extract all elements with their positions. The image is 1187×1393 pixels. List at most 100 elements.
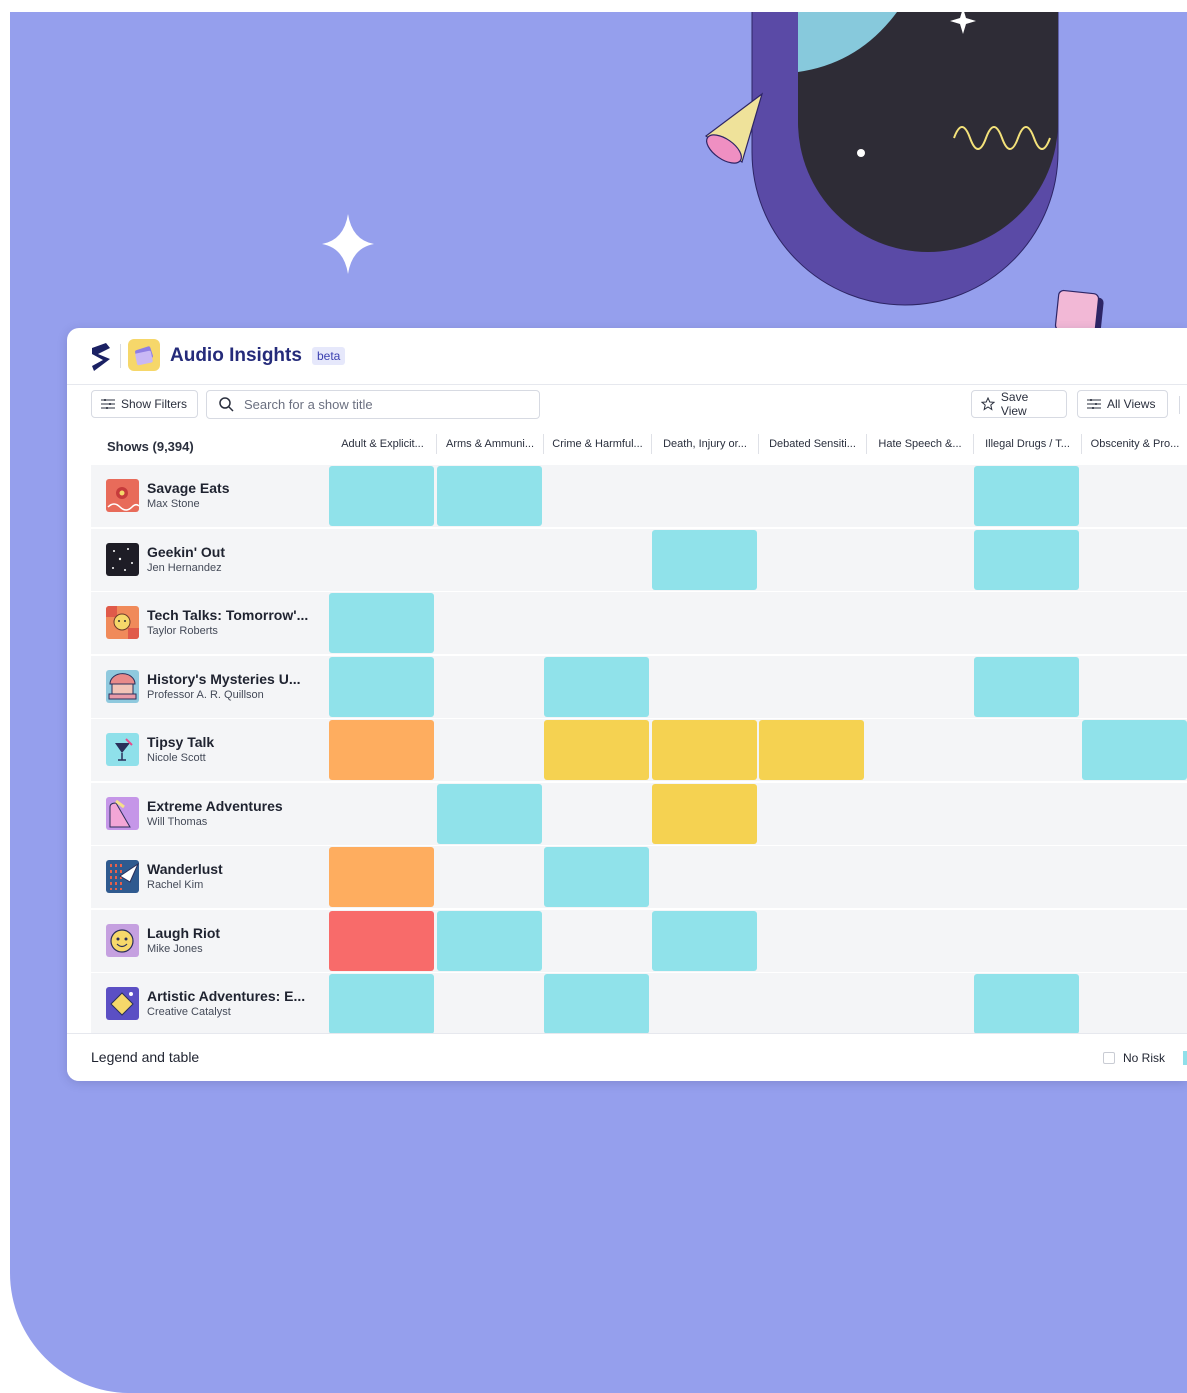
risk-cell-none[interactable]	[544, 466, 649, 526]
table-row[interactable]: Wanderlust Rachel Kim	[91, 846, 1187, 908]
risk-cell-low[interactable]	[329, 466, 434, 526]
risk-cell-low[interactable]	[544, 847, 649, 907]
show-title[interactable]: Geekin' Out	[147, 544, 225, 560]
risk-cell-none[interactable]	[867, 720, 972, 780]
risk-cell-none[interactable]	[759, 847, 864, 907]
risk-cell-none[interactable]	[759, 593, 864, 653]
table-row[interactable]: Artistic Adventures: E... Creative Cataly…	[91, 973, 1187, 1035]
table-row[interactable]: History's Mysteries U... Professor A. R. …	[91, 655, 1187, 718]
risk-cell-floor[interactable]	[329, 910, 434, 971]
column-header[interactable]: Illegal Drugs / T...	[974, 430, 1081, 458]
risk-cell-none[interactable]	[759, 911, 864, 971]
column-header[interactable]: Crime & Harmful...	[544, 430, 651, 458]
show-title[interactable]: Artistic Adventures: E...	[147, 988, 305, 1004]
risk-cell-none[interactable]	[652, 466, 757, 526]
risk-cell-medium[interactable]	[651, 783, 757, 844]
risk-cell-high[interactable]	[329, 720, 434, 780]
show-title[interactable]: Wanderlust	[147, 861, 223, 877]
risk-cell-none[interactable]	[974, 593, 1079, 653]
risk-cell-none[interactable]	[544, 593, 649, 653]
risk-cell-none[interactable]	[437, 530, 542, 590]
risk-cell-none[interactable]	[1082, 784, 1187, 844]
show-title[interactable]: Tipsy Talk	[147, 734, 214, 750]
risk-cell-none[interactable]	[544, 911, 649, 971]
risk-cell-low[interactable]	[436, 466, 542, 526]
risk-cell-none[interactable]	[329, 784, 434, 844]
table-row[interactable]: Savage Eats Max Stone	[91, 465, 1187, 527]
save-view-button[interactable]: Save View	[971, 390, 1067, 418]
risk-cell-none[interactable]	[974, 784, 1079, 844]
risk-cell-none[interactable]	[329, 530, 434, 590]
column-header[interactable]: Hate Speech &...	[867, 430, 974, 458]
risk-cell-none[interactable]	[974, 720, 1079, 780]
risk-cell-none[interactable]	[759, 784, 864, 844]
table-row[interactable]: Geekin' Out Jen Hernandez	[91, 528, 1187, 591]
risk-cell-none[interactable]	[544, 784, 649, 844]
risk-cell-none[interactable]	[1082, 593, 1187, 653]
risk-cell-none[interactable]	[1082, 974, 1187, 1034]
show-title[interactable]: Laugh Riot	[147, 925, 220, 941]
risk-cell-high[interactable]	[329, 847, 434, 907]
risk-cell-low[interactable]	[974, 974, 1079, 1034]
show-filters-button[interactable]: Show Filters	[91, 390, 198, 418]
risk-cell-none[interactable]	[974, 911, 1079, 971]
risk-cell-low[interactable]	[329, 974, 434, 1034]
table-row[interactable]: Tech Talks: Tomorrow'... Taylor Roberts	[91, 592, 1187, 654]
risk-cell-medium[interactable]	[651, 720, 757, 780]
risk-cell-none[interactable]	[867, 974, 972, 1034]
risk-cell-low[interactable]	[544, 656, 649, 717]
table-row[interactable]: Laugh Riot Mike Jones	[91, 909, 1187, 972]
risk-cell-medium[interactable]	[544, 720, 649, 780]
show-title[interactable]: Tech Talks: Tomorrow'...	[147, 607, 308, 623]
column-header[interactable]: Death, Injury or...	[652, 430, 759, 458]
show-title[interactable]: Savage Eats	[147, 480, 230, 496]
risk-cell-low[interactable]	[436, 910, 542, 971]
risk-cell-low[interactable]	[329, 593, 434, 653]
show-title[interactable]: History's Mysteries U...	[147, 671, 301, 687]
column-header[interactable]: Adult & Explicit...	[329, 430, 436, 458]
search-box[interactable]	[206, 390, 540, 419]
risk-cell-none[interactable]	[867, 847, 972, 907]
risk-cell-none[interactable]	[652, 847, 757, 907]
risk-cell-none[interactable]	[1082, 657, 1187, 717]
risk-cell-none[interactable]	[1082, 847, 1187, 907]
show-title[interactable]: Extreme Adventures	[147, 798, 283, 814]
risk-cell-none[interactable]	[867, 657, 972, 717]
risk-cell-none[interactable]	[867, 466, 972, 526]
risk-cell-none[interactable]	[652, 593, 757, 653]
risk-cell-none[interactable]	[1082, 530, 1187, 590]
table-row[interactable]: Tipsy Talk Nicole Scott	[91, 719, 1187, 781]
risk-cell-none[interactable]	[759, 974, 864, 1034]
column-header[interactable]: Obscenity & Pro...	[1082, 430, 1187, 458]
all-views-button[interactable]: All Views	[1077, 390, 1168, 418]
column-header[interactable]: Debated Sensiti...	[759, 430, 866, 458]
risk-cell-none[interactable]	[652, 974, 757, 1034]
risk-cell-none[interactable]	[1082, 911, 1187, 971]
risk-cell-low[interactable]	[974, 529, 1079, 590]
risk-cell-none[interactable]	[759, 530, 864, 590]
search-input[interactable]	[242, 396, 526, 413]
risk-cell-none[interactable]	[759, 657, 864, 717]
risk-cell-none[interactable]	[867, 530, 972, 590]
column-header[interactable]: Arms & Ammuni...	[437, 430, 544, 458]
risk-cell-low[interactable]	[329, 656, 434, 717]
risk-cell-medium[interactable]	[759, 720, 864, 780]
risk-cell-none[interactable]	[437, 974, 542, 1034]
risk-cell-low[interactable]	[544, 974, 649, 1034]
risk-cell-none[interactable]	[1082, 466, 1187, 526]
risk-cell-none[interactable]	[867, 911, 972, 971]
risk-cell-none[interactable]	[437, 593, 542, 653]
risk-cell-none[interactable]	[759, 466, 864, 526]
risk-cell-none[interactable]	[437, 720, 542, 780]
risk-cell-low[interactable]	[436, 783, 542, 844]
risk-cell-none[interactable]	[652, 657, 757, 717]
risk-cell-low[interactable]	[974, 466, 1079, 526]
risk-cell-none[interactable]	[437, 657, 542, 717]
risk-cell-low[interactable]	[974, 656, 1079, 717]
risk-cell-none[interactable]	[867, 593, 972, 653]
risk-cell-none[interactable]	[437, 847, 542, 907]
risk-cell-low[interactable]	[651, 529, 757, 590]
risk-cell-none[interactable]	[974, 847, 1079, 907]
risk-cell-low[interactable]	[1081, 720, 1187, 780]
risk-cell-low[interactable]	[651, 910, 757, 971]
